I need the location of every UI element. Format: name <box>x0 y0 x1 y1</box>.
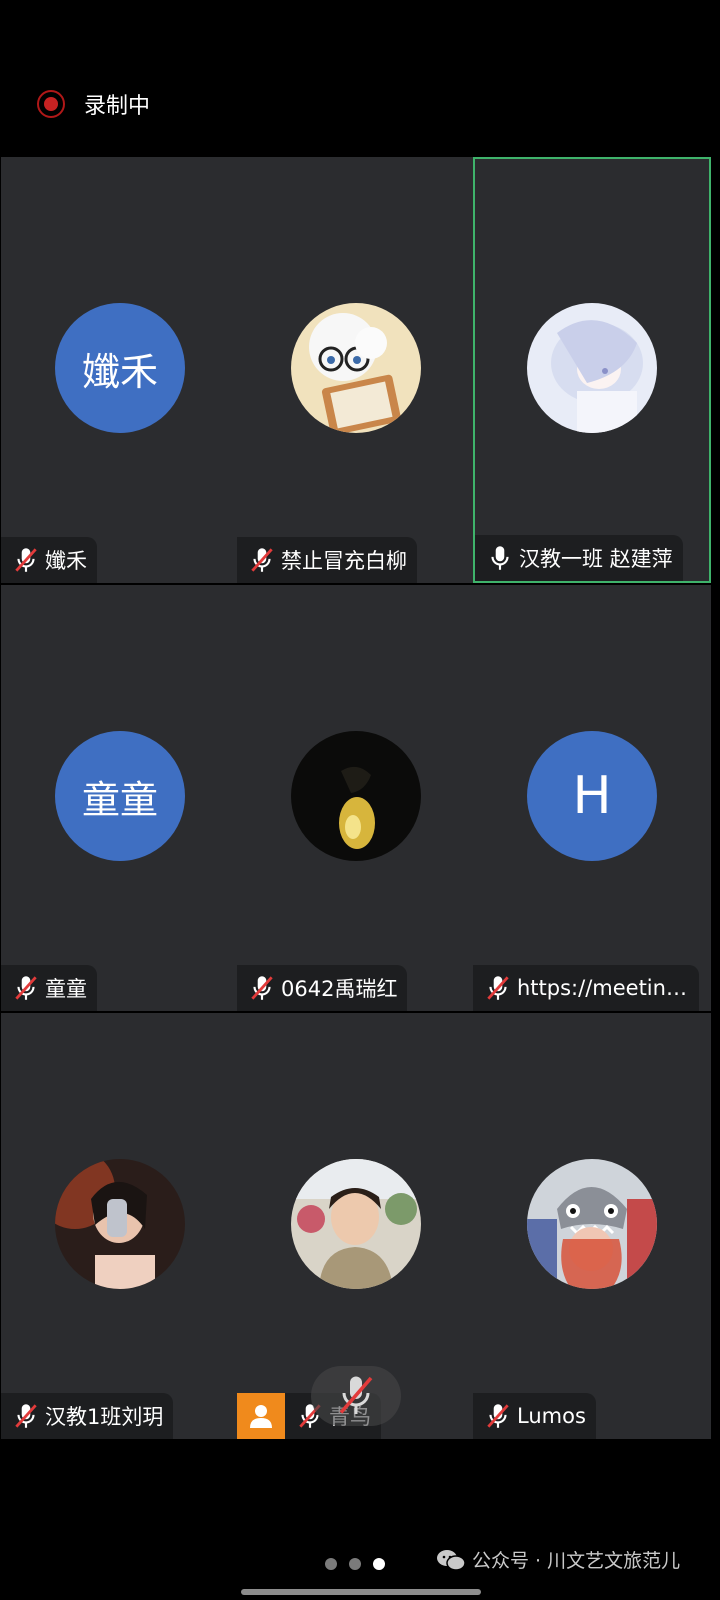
participant-tile-active-speaker[interactable]: 汉教一班 赵建萍 <box>473 157 711 583</box>
participant-name-tag: 童童 <box>1 965 97 1011</box>
participant-name: 孅禾 <box>45 549 87 573</box>
watermark: 公众号 · 川文艺文旅范儿 <box>436 1546 680 1573</box>
participant-name: Lumos <box>517 1404 586 1428</box>
participant-name: 童童 <box>45 977 87 1001</box>
mic-muted-icon <box>15 976 37 1000</box>
person-icon <box>250 1405 272 1428</box>
page-dot-active[interactable] <box>373 1558 385 1570</box>
participant-tile[interactable]: 汉教1班刘玥 <box>1 1013 239 1439</box>
watermark-text: 公众号 · 川文艺文旅范儿 <box>472 1550 681 1572</box>
participant-tile[interactable]: H https://meeting... <box>473 585 711 1011</box>
mic-muted-icon <box>251 976 273 1000</box>
wechat-icon <box>437 1549 466 1571</box>
participant-tile[interactable]: 0642禹瑞红 <box>237 585 475 1011</box>
recording-label: 录制中 <box>84 94 151 119</box>
participant-name-tag: 汉教1班刘玥 <box>1 1393 174 1439</box>
participant-name-tag: https://meeting... <box>473 965 699 1011</box>
avatar: 孅禾 <box>55 303 185 433</box>
avatar: H <box>527 731 657 861</box>
recording-indicator[interactable]: 录制中 <box>37 89 150 119</box>
participant-tile[interactable]: 禁止冒充白柳 <box>237 157 475 583</box>
avatar <box>291 731 421 861</box>
avatar <box>527 303 657 433</box>
participant-name: 汉教一班 赵建萍 <box>519 547 673 571</box>
participant-name-tag: 汉教一班 赵建萍 <box>475 535 683 581</box>
avatar <box>55 1159 185 1289</box>
participant-tile[interactable]: Lumos <box>473 1013 711 1439</box>
home-indicator[interactable] <box>241 1589 481 1595</box>
mic-muted-icon <box>251 548 273 572</box>
participant-name: 0642禹瑞红 <box>281 977 398 1001</box>
participant-grid: 孅禾 孅禾 禁止冒充白柳 汉教一班 赵建萍 童童 童童 0642禹瑞红 H ht… <box>0 157 720 1439</box>
avatar <box>291 1159 421 1289</box>
record-icon <box>37 90 65 118</box>
mic-muted-icon <box>15 1404 37 1428</box>
page-dot[interactable] <box>325 1558 337 1570</box>
mic-muted-icon <box>487 976 509 1000</box>
avatar <box>527 1159 657 1289</box>
avatar <box>291 303 421 433</box>
participant-name: 禁止冒充白柳 <box>281 549 407 573</box>
participant-name: 汉教1班刘玥 <box>45 1405 164 1429</box>
participant-name-tag: 孅禾 <box>1 537 97 583</box>
participant-name-tag: Lumos <box>473 1393 596 1439</box>
mic-muted-icon <box>15 548 37 572</box>
mic-muted-icon <box>487 1404 509 1428</box>
mic-muted-icon <box>339 1376 373 1414</box>
participant-tile[interactable]: 孅禾 孅禾 <box>1 157 239 583</box>
participant-name-tag: 禁止冒充白柳 <box>237 537 417 583</box>
participant-name: https://meeting... <box>517 976 689 1000</box>
floating-mute-button[interactable] <box>311 1366 401 1426</box>
avatar: 童童 <box>55 731 185 861</box>
mic-icon <box>491 546 509 570</box>
page-indicator[interactable] <box>325 1558 385 1570</box>
page-dot[interactable] <box>349 1558 361 1570</box>
host-badge <box>237 1393 285 1439</box>
participant-tile[interactable]: 童童 童童 <box>1 585 239 1011</box>
participant-name-tag: 0642禹瑞红 <box>237 965 408 1011</box>
